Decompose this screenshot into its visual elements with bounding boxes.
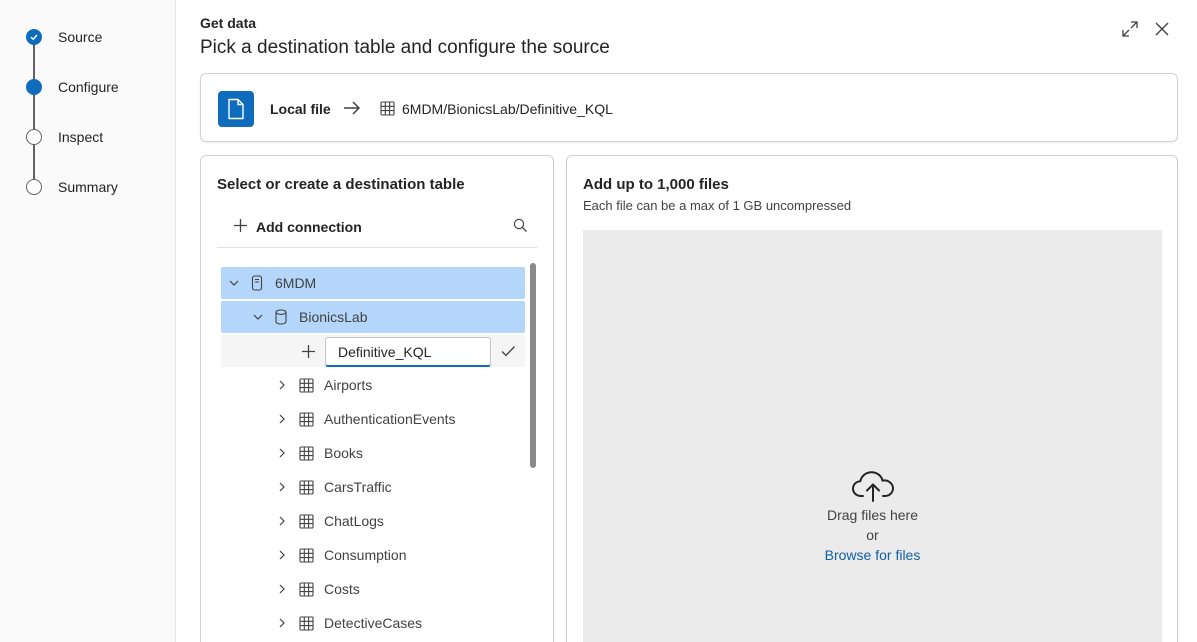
tree-item-label: CarsTraffic xyxy=(324,479,392,495)
chevron-right-icon[interactable] xyxy=(275,616,289,630)
step-pending-dot xyxy=(26,129,42,145)
tree-item-table[interactable]: Consumption xyxy=(221,539,525,571)
tree-item-label: AuthenticationEvents xyxy=(324,411,456,427)
tree-item-table[interactable]: Books xyxy=(221,437,525,469)
tree-item-label: Consumption xyxy=(324,547,407,563)
table-icon xyxy=(298,513,314,529)
server-icon xyxy=(249,275,265,291)
table-icon xyxy=(380,101,395,121)
file-icon xyxy=(218,91,254,127)
cloud-upload-icon xyxy=(851,470,895,507)
chevron-right-icon[interactable] xyxy=(275,412,289,426)
table-icon xyxy=(298,581,314,597)
chevron-down-icon[interactable] xyxy=(227,276,241,290)
tree-item-label: ChatLogs xyxy=(324,513,384,529)
tree-item-table[interactable]: Costs xyxy=(221,573,525,605)
search-icon[interactable] xyxy=(513,218,528,238)
table-icon xyxy=(298,615,314,631)
table-icon xyxy=(298,547,314,563)
source-type-label: Local file xyxy=(270,101,331,117)
step-source[interactable]: Source xyxy=(26,29,102,45)
chevron-right-icon[interactable] xyxy=(275,514,289,528)
upload-subtitle: Each file can be a max of 1 GB uncompres… xyxy=(583,198,852,213)
plus-icon xyxy=(233,218,248,236)
tree-item-table[interactable]: CarsTraffic xyxy=(221,471,525,503)
table-icon xyxy=(298,411,314,427)
tree-item-server[interactable]: 6MDM xyxy=(221,267,525,299)
new-table-name-input[interactable] xyxy=(325,337,491,367)
destination-table-panel: Select or create a destination table Add… xyxy=(200,155,554,642)
tree-item-table[interactable]: DetectiveCases xyxy=(221,607,525,639)
wizard-stepper: Source Configure Inspect Summary xyxy=(0,0,176,642)
step-summary[interactable]: Summary xyxy=(26,179,118,195)
dialog-subtitle: Get data xyxy=(200,15,257,31)
table-icon xyxy=(298,479,314,495)
panel-title: Select or create a destination table xyxy=(217,176,465,193)
chevron-right-icon[interactable] xyxy=(275,582,289,596)
tree-item-label: DetectiveCases xyxy=(324,615,423,631)
page-title: Pick a destination table and configure t… xyxy=(200,37,610,58)
tree-scrollbar[interactable] xyxy=(529,263,537,642)
step-label: Summary xyxy=(58,179,118,195)
table-icon xyxy=(298,377,314,393)
browse-files-link[interactable]: Browse for files xyxy=(825,547,921,563)
drag-files-text: Drag files here xyxy=(826,507,919,523)
chevron-right-icon[interactable] xyxy=(275,378,289,392)
step-configure[interactable]: Configure xyxy=(26,79,119,95)
step-pending-dot xyxy=(26,179,42,195)
close-icon[interactable] xyxy=(1151,18,1173,40)
new-table-row xyxy=(221,335,525,367)
chevron-down-icon[interactable] xyxy=(251,310,265,324)
table-icon xyxy=(298,445,314,461)
plus-icon[interactable] xyxy=(300,343,316,359)
step-label: Inspect xyxy=(58,129,104,145)
scrollbar-thumb[interactable] xyxy=(530,263,536,468)
chevron-right-icon[interactable] xyxy=(275,446,289,460)
checkmark-icon[interactable] xyxy=(500,343,516,359)
tree-item-label: Airports xyxy=(324,377,373,393)
add-connection-button[interactable]: Add connection xyxy=(233,218,362,236)
checkmark-icon xyxy=(26,29,42,45)
add-connection-label: Add connection xyxy=(256,219,362,235)
step-inspect[interactable]: Inspect xyxy=(26,129,103,145)
database-icon xyxy=(273,309,289,325)
tree-item-label: Books xyxy=(324,445,363,461)
tree-item-database[interactable]: BionicsLab xyxy=(221,301,525,333)
arrow-right-icon xyxy=(342,98,362,123)
chevron-right-icon[interactable] xyxy=(275,548,289,562)
file-upload-panel: Add up to 1,000 files Each file can be a… xyxy=(566,155,1178,642)
tree-item-label: Costs xyxy=(324,581,360,597)
chevron-right-icon[interactable] xyxy=(275,480,289,494)
file-dropzone[interactable]: Drag files here or Browse for files xyxy=(583,230,1162,642)
tree-item-table[interactable]: Airports xyxy=(221,369,525,401)
divider xyxy=(217,247,537,248)
upload-title: Add up to 1,000 files xyxy=(583,176,729,193)
tree-item-table[interactable]: AuthenticationEvents xyxy=(221,403,525,435)
source-summary-card: Local file 6MDM/BionicsLab/Definitive_KQ… xyxy=(200,73,1178,142)
step-label: Configure xyxy=(58,79,119,95)
step-active-dot xyxy=(26,79,42,95)
tree-item-label: 6MDM xyxy=(275,275,317,291)
expand-icon[interactable] xyxy=(1119,18,1141,40)
or-text: or xyxy=(866,527,879,543)
destination-path: 6MDM/BionicsLab/Definitive_KQL xyxy=(402,101,613,117)
step-label: Source xyxy=(58,29,103,45)
tree-item-table[interactable]: ChatLogs xyxy=(221,505,525,537)
stepper-line xyxy=(33,37,35,187)
tree-item-label: BionicsLab xyxy=(299,309,368,325)
